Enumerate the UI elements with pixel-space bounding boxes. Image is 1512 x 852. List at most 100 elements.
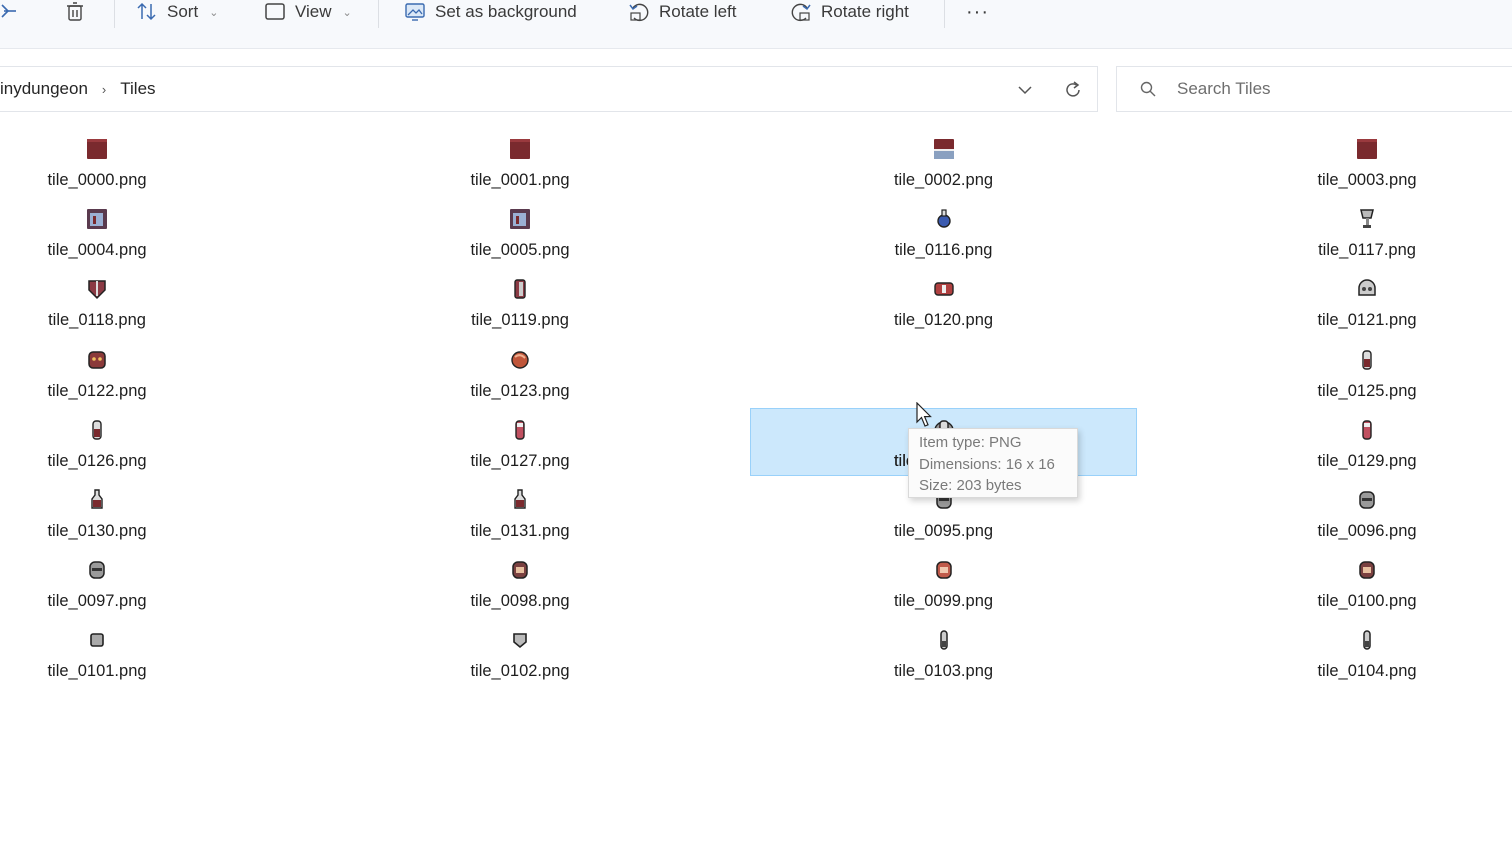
tile-vial-red-icon — [1362, 420, 1372, 440]
file-item[interactable]: tile_0129.png — [1174, 409, 1512, 477]
tooltip-item-type: Item type: PNG — [919, 434, 1022, 451]
breadcrumb-item[interactable]: Tiles — [120, 79, 155, 99]
view-button[interactable]: View ⌄ — [264, 0, 352, 24]
file-thumbnail — [507, 206, 533, 232]
file-item[interactable]: tile_0097.png — [0, 549, 291, 617]
tile-wall-icon — [1357, 139, 1377, 159]
tooltip-dimensions: Dimensions: 16 x 16 — [919, 455, 1055, 473]
file-item[interactable]: tile_0122.png — [0, 339, 291, 407]
file-item[interactable]: tile_0101.png — [0, 619, 291, 687]
file-name: tile_0127.png — [470, 451, 570, 470]
file-name: tile_0000.png — [47, 171, 147, 189]
file-item[interactable]: tile_0130.png — [0, 479, 291, 547]
file-item[interactable]: tile_0119.png — [327, 268, 714, 336]
delete-button[interactable] — [64, 0, 86, 24]
rotate-left-label: Rotate left — [659, 2, 737, 21]
refresh-icon[interactable] — [1062, 79, 1084, 101]
file-item[interactable]: tile_0001.png — [327, 128, 714, 196]
file-name: tile_0131.png — [470, 522, 570, 540]
file-thumbnail — [84, 557, 110, 583]
file-name: tile_0126.png — [47, 451, 147, 470]
tile-meat-icon — [511, 350, 529, 369]
tile-hero-icon — [512, 561, 528, 579]
file-item[interactable]: tile_0121.png — [1174, 268, 1512, 336]
file-thumbnail — [84, 487, 110, 513]
file-name: tile_0103.png — [893, 662, 994, 681]
file-thumbnail — [931, 276, 957, 302]
tile-bottle-icon — [91, 489, 103, 509]
file-name: tile_0095.png — [893, 522, 994, 540]
file-item[interactable]: tile_0005.png — [327, 198, 714, 266]
breadcrumb-item[interactable]: inydungeon — [0, 79, 88, 99]
tile-vial-icon — [92, 420, 102, 440]
file-thumbnail — [84, 276, 110, 302]
file-item[interactable]: tile_0002.png — [750, 128, 1137, 196]
file-item[interactable]: tile_0116.png — [750, 198, 1137, 266]
file-item[interactable]: tile_0120.png — [750, 268, 1137, 336]
command-bar: Sort ⌄ View ⌄ Set as background Rotate l… — [0, 0, 1512, 49]
file-item[interactable]: tile_0098.png — [327, 549, 714, 617]
tile-knight-icon — [1359, 491, 1375, 509]
file-thumbnail — [1354, 487, 1380, 513]
file-name: tile_0119.png — [471, 311, 569, 330]
tooltip-size: Size: 203 bytes — [919, 477, 1022, 494]
file-thumbnail — [507, 627, 533, 653]
file-item[interactable]: tile_0004.png — [0, 198, 291, 266]
file-thumbnail — [507, 417, 533, 443]
file-thumbnail — [1354, 417, 1380, 443]
rotate-left-button[interactable]: Rotate left — [628, 0, 737, 24]
file-item[interactable]: tile_0003.png — [1174, 128, 1512, 196]
toolbar-divider — [378, 0, 379, 28]
file-item[interactable]: tile_0131.png — [327, 479, 714, 547]
file-name: tile_0001.png — [470, 171, 570, 189]
file-item[interactable]: tile_0127.png — [327, 409, 714, 477]
rotate-left-icon — [629, 3, 649, 22]
search-input[interactable] — [1175, 78, 1499, 100]
file-thumbnail — [931, 136, 957, 162]
file-item[interactable]: tile_0102.png — [327, 619, 714, 687]
breadcrumb-separator: › — [101, 81, 107, 97]
file-item[interactable]: tile_0100.png — [1174, 549, 1512, 617]
set-background-label: Set as background — [435, 2, 577, 21]
set-background-button[interactable]: Set as background — [404, 0, 577, 24]
toolbar-divider — [944, 0, 945, 28]
file-item[interactable]: tile_0104.png — [1174, 619, 1512, 687]
share-button[interactable] — [0, 0, 22, 24]
tile-scroll-icon — [514, 279, 526, 300]
breadcrumb: inydungeon › Tiles — [0, 67, 156, 111]
search-box[interactable] — [1116, 66, 1512, 112]
file-item[interactable]: tile_0118.png — [0, 268, 291, 336]
file-name: tile_0120.png — [893, 311, 994, 330]
file-item[interactable]: tile_0096.png — [1174, 479, 1512, 547]
rotate-right-icon — [791, 3, 811, 22]
file-name: tile_0123.png — [470, 381, 570, 400]
chevron-down-icon[interactable] — [1014, 79, 1036, 101]
tile-demon-icon — [88, 350, 106, 369]
file-thumbnail — [1354, 206, 1380, 232]
file-thumbnail — [1354, 627, 1380, 653]
file-name: tile_0005.png — [470, 241, 570, 260]
tile-wall-top-icon — [933, 139, 954, 159]
file-thumbnail — [84, 206, 110, 232]
file-item[interactable]: tile_0125.png — [1174, 339, 1512, 407]
file-item[interactable]: tile_0123.png — [327, 339, 714, 407]
tile-block-icon — [90, 633, 104, 648]
file-name: tile_0101.png — [47, 662, 147, 681]
file-item[interactable]: tile_0103.png — [750, 619, 1137, 687]
address-bar[interactable]: inydungeon › Tiles — [0, 66, 1098, 112]
file-thumbnail — [1354, 276, 1380, 302]
file-item[interactable]: tile_0126.png — [0, 409, 291, 477]
tile-chest-icon — [933, 282, 954, 297]
view-label: View — [295, 2, 332, 21]
file-name: tile_0121.png — [1317, 311, 1417, 330]
sort-button[interactable]: Sort ⌄ — [136, 0, 218, 24]
file-item[interactable]: tile_0117.png — [1174, 198, 1512, 266]
more-options-button[interactable]: ··· — [966, 0, 989, 24]
file-item[interactable]: tile_0000.png — [0, 128, 291, 196]
file-name: tile_0102.png — [470, 662, 570, 681]
file-name: tile_0004.png — [47, 241, 147, 260]
rotate-right-button[interactable]: Rotate right — [790, 0, 909, 24]
tile-skull-icon — [1358, 279, 1376, 297]
file-name: tile_0100.png — [1317, 592, 1417, 611]
file-item[interactable]: tile_0099.png — [750, 549, 1137, 617]
